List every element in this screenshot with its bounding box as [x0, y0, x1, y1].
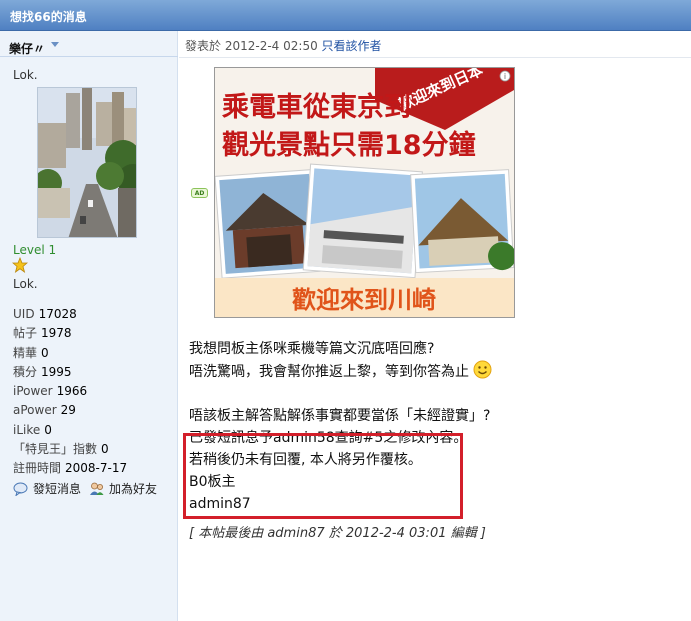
ad-headline-1: 乘電車從東京到	[221, 91, 411, 123]
stat-label: aPower	[13, 403, 57, 418]
stat-value: 1995	[41, 364, 72, 379]
post-meta-prefix: 發表於	[185, 39, 222, 53]
post-meta: 發表於 2012-2-4 02:50 只看該作者	[185, 37, 382, 54]
post-area: 發表於 2012-2-4 02:50 只看該作者 AD 歡迎來到日本 i 乘電車…	[179, 31, 691, 621]
post-date: 2012-2-4 02:50	[224, 39, 318, 53]
stat-row: 註冊時間 2008-7-17	[13, 459, 173, 478]
thread-title: 想找66的消息	[10, 10, 87, 24]
message-icon	[13, 482, 28, 496]
stat-row: 精華 0	[13, 344, 173, 363]
stat-label: 帖子	[13, 326, 38, 341]
avatar[interactable]	[37, 87, 137, 238]
author-stats: UID 17028 帖子 1978 精華 0 積分 1995 iPower 1966 aP…	[13, 305, 173, 479]
author-subtitle: Lok.	[13, 277, 38, 291]
ad-bottom-text: 歡迎來到川崎	[292, 286, 436, 314]
author-sidebar: 樂仔〃 Lok. Level 1 Lok. UID 17028 帖子 1978 …	[0, 31, 178, 621]
star-icon	[12, 257, 28, 273]
stat-label: iLike	[13, 422, 41, 437]
stat-value: 0	[101, 442, 109, 457]
stat-label: 精華	[13, 345, 38, 360]
stat-value: 29	[60, 403, 76, 418]
thread-title-bar: 想找66的消息	[0, 0, 691, 31]
stat-label: 「特見王」指數	[13, 442, 98, 457]
stat-value: 17028	[38, 307, 77, 321]
ad-banner[interactable]: 歡迎來到日本 i 乘電車從東京到 觀光景點只需18分鐘 歡迎來到川崎	[214, 67, 515, 318]
stat-row: UID 17028	[13, 305, 173, 324]
stat-row: iPower 1966	[13, 382, 173, 401]
stat-row: iLike 0	[13, 421, 173, 440]
author-header: 樂仔〃	[0, 31, 178, 57]
stat-label: 註冊時間	[13, 461, 62, 476]
send-message-label: 發短消息	[33, 482, 82, 496]
add-friend-button[interactable]: 加為好友	[89, 480, 157, 497]
post-divider	[179, 57, 691, 58]
stat-label: UID	[13, 307, 35, 321]
post-line-text: 唔洗驚喎，我會幫你推返上黎，等到你答為止	[189, 364, 469, 380]
stat-row: 「特見王」指數 0	[13, 440, 173, 459]
post-line: 唔該板主解答點解係事實都要當係「未經證實」?	[189, 408, 491, 424]
author-level: Level 1	[13, 243, 57, 257]
send-message-button[interactable]: 發短消息	[13, 480, 81, 497]
post-line	[189, 383, 679, 405]
author-only-link[interactable]: 只看該作者	[322, 39, 382, 53]
stat-value: 2008-7-17	[65, 461, 128, 476]
author-custom-title: Lok.	[13, 68, 38, 82]
edited-note: [ 本帖最後由 admin87 於 2012-2-4 03:01 編輯 ]	[189, 526, 486, 541]
stat-row: aPower 29	[13, 401, 173, 420]
stat-label: iPower	[13, 384, 53, 399]
ad-badge: AD	[191, 188, 208, 198]
post-line: 唔洗驚喎，我會幫你推返上黎，等到你答為止	[189, 360, 679, 383]
author-actions: 發短消息 加為好友	[13, 480, 157, 497]
smiley-icon	[473, 360, 492, 379]
stat-value: 1978	[41, 326, 72, 341]
stat-value: 1966	[56, 384, 88, 399]
post-line: 我想問板主係咪乘機等篇文沉底唔回應?	[189, 341, 435, 357]
highlight-box	[183, 433, 463, 519]
stat-value: 0	[41, 345, 49, 360]
stat-value: 0	[44, 422, 52, 437]
add-friend-label: 加為好友	[109, 482, 158, 496]
chevron-down-icon[interactable]	[51, 42, 59, 47]
ad-headline-2: 觀光景點只需18分鐘	[222, 129, 476, 161]
stat-row: 帖子 1978	[13, 324, 173, 343]
svg-text:i: i	[504, 72, 506, 81]
author-name[interactable]: 樂仔〃	[9, 40, 45, 57]
add-friend-icon	[90, 482, 104, 495]
stat-row: 積分 1995	[13, 363, 173, 382]
stat-label: 積分	[13, 364, 38, 379]
